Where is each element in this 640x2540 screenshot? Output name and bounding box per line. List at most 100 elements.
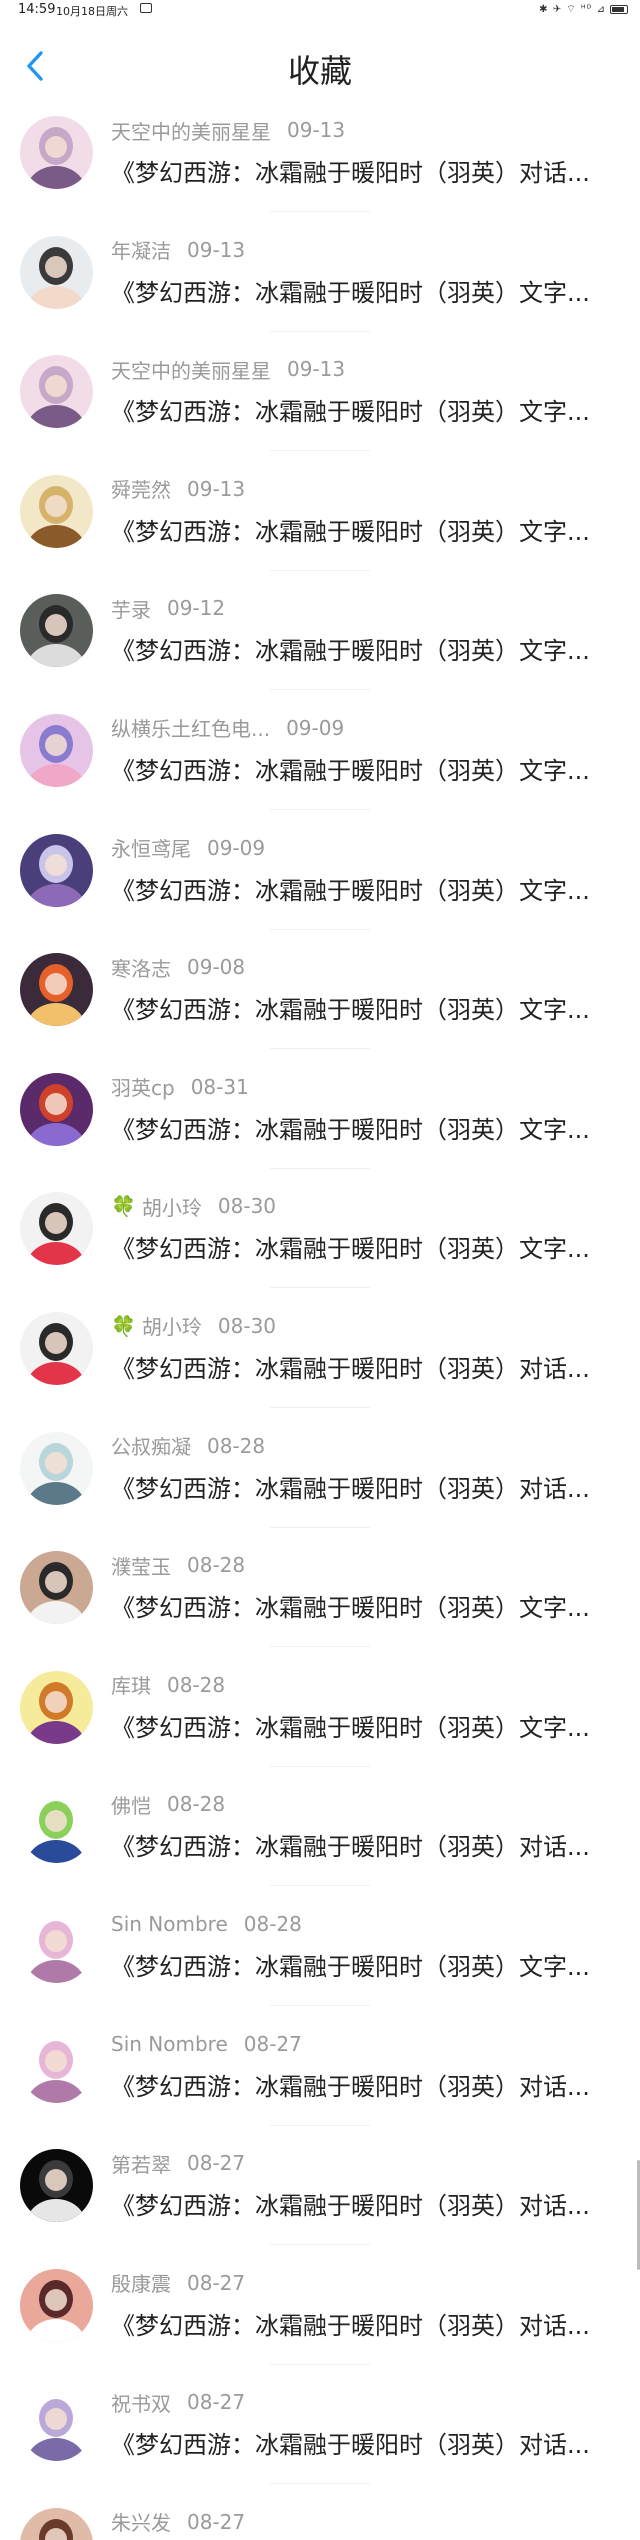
avatar[interactable]	[20, 474, 93, 548]
item-title[interactable]: 《梦幻西游：冰霜融于暖阳时（羽英）对话...	[111, 2186, 623, 2221]
item-meta: Sin Nombre 08-28	[111, 1909, 302, 1939]
avatar[interactable]	[20, 1551, 93, 1625]
username[interactable]: 公叔痴凝	[111, 1431, 191, 1460]
list-item[interactable]: 永恒鸢尾 09-09 《梦幻西游：冰霜融于暖阳时（羽英）文字...	[0, 825, 640, 945]
list-item[interactable]: Sin Nombre 08-28 《梦幻西游：冰霜融于暖阳时（羽英）文字...	[0, 1901, 640, 2021]
item-date: 08-28	[187, 1553, 246, 1578]
avatar[interactable]	[20, 1909, 93, 1983]
username[interactable]: 祝书双	[111, 2388, 171, 2417]
username[interactable]: 永恒鸢尾	[111, 833, 191, 862]
divider	[270, 330, 370, 332]
item-title[interactable]: 《梦幻西游：冰霜融于暖阳时（羽英）文字...	[111, 392, 623, 427]
username[interactable]: Sin Nombre	[111, 1912, 228, 1936]
item-title[interactable]: 《梦幻西游：冰霜融于暖阳时（羽英）文字...	[111, 1110, 623, 1145]
list-item[interactable]: 朱兴发 08-27	[0, 2499, 640, 2540]
avatar[interactable]	[20, 713, 93, 787]
username[interactable]: 纵横乐土红色电...	[111, 713, 270, 742]
item-meta: 羽英cp 08-31	[111, 1072, 249, 1102]
avatar[interactable]	[20, 953, 93, 1027]
item-title[interactable]: 《梦幻西游：冰霜融于暖阳时（羽英）对话...	[111, 2067, 623, 2102]
list-item[interactable]: 芋录 09-12 《梦幻西游：冰霜融于暖阳时（羽英）文字...	[0, 585, 640, 705]
username[interactable]: 胡小玲	[142, 1192, 202, 1221]
avatar-image	[20, 833, 93, 907]
username[interactable]: 芋录	[111, 594, 151, 623]
item-title[interactable]: 《梦幻西游：冰霜融于暖阳时（羽英）文字...	[111, 631, 623, 666]
list-item[interactable]: 濮莹玉 08-28 《梦幻西游：冰霜融于暖阳时（羽英）文字...	[0, 1542, 640, 1662]
avatar[interactable]	[20, 2268, 93, 2342]
item-meta: Sin Nombre 08-27	[111, 2029, 302, 2059]
item-title[interactable]: 《梦幻西游：冰霜融于暖阳时（羽英）对话...	[111, 1469, 623, 1504]
item-title[interactable]: 《梦幻西游：冰霜融于暖阳时（羽英）文字...	[111, 512, 623, 547]
avatar[interactable]	[20, 594, 93, 668]
avatar[interactable]	[20, 1311, 93, 1385]
avatar[interactable]	[20, 2029, 93, 2103]
item-title[interactable]: 《梦幻西游：冰霜融于暖阳时（羽英）文字...	[111, 871, 623, 906]
avatar[interactable]	[20, 116, 93, 189]
list-item[interactable]: 天空中的美丽星星 09-13 《梦幻西游：冰霜融于暖阳时（羽英）文字...	[0, 346, 640, 466]
item-meta: 祝书双 08-27	[111, 2387, 245, 2417]
list-item[interactable]: 天空中的美丽星星 09-13 《梦幻西游：冰霜融于暖阳时（羽英）对话...	[0, 107, 640, 227]
list-item[interactable]: 🍀 胡小玲 08-30 《梦幻西游：冰霜融于暖阳时（羽英）文字...	[0, 1183, 640, 1303]
username[interactable]: 羽英cp	[111, 1072, 175, 1101]
avatar[interactable]	[20, 1790, 93, 1864]
item-title[interactable]: 《梦幻西游：冰霜融于暖阳时（羽英）对话...	[111, 1827, 623, 1862]
username[interactable]: 寒洛志	[111, 953, 171, 982]
avatar[interactable]	[20, 1670, 93, 1744]
item-title[interactable]: 《梦幻西游：冰霜融于暖阳时（羽英）文字...	[111, 273, 623, 308]
item-meta: 佛恺 08-28	[111, 1789, 225, 1819]
item-title[interactable]: 《梦幻西游：冰霜融于暖阳时（羽英）文字...	[111, 1947, 623, 1982]
username[interactable]: 殷康震	[111, 2268, 171, 2297]
item-title[interactable]: 《梦幻西游：冰霜融于暖阳时（羽英）文字...	[111, 1229, 623, 1264]
item-title[interactable]: 《梦幻西游：冰霜融于暖阳时（羽英）对话...	[111, 153, 623, 188]
avatar[interactable]	[20, 235, 93, 309]
list-item[interactable]: 祝书双 08-27 《梦幻西游：冰霜融于暖阳时（羽英）对话...	[0, 2379, 640, 2499]
list-item[interactable]: 库琪 08-28 《梦幻西游：冰霜融于暖阳时（羽英）文字...	[0, 1662, 640, 1782]
list-item[interactable]: 佛恺 08-28 《梦幻西游：冰霜融于暖阳时（羽英）对话...	[0, 1781, 640, 1901]
avatar-image	[20, 1670, 93, 1744]
avatar[interactable]	[20, 1192, 93, 1266]
username[interactable]: 佛恺	[111, 1790, 151, 1819]
avatar[interactable]	[20, 2149, 93, 2223]
username[interactable]: 濮莹玉	[111, 1551, 171, 1580]
avatar[interactable]	[20, 355, 93, 429]
item-date: 08-27	[187, 2270, 246, 2295]
avatar[interactable]	[20, 2507, 93, 2540]
list-item[interactable]: 羽英cp 08-31 《梦幻西游：冰霜融于暖阳时（羽英）文字...	[0, 1064, 640, 1184]
avatar[interactable]	[20, 833, 93, 907]
username[interactable]: 舜莞然	[111, 474, 171, 503]
divider	[270, 1526, 370, 1528]
username[interactable]: 天空中的美丽星星	[111, 116, 271, 145]
username[interactable]: 年凝洁	[111, 235, 171, 264]
list-item[interactable]: Sin Nombre 08-27 《梦幻西游：冰霜融于暖阳时（羽英）对话...	[0, 2021, 640, 2141]
list-item[interactable]: 🍀 胡小玲 08-30 《梦幻西游：冰霜融于暖阳时（羽英）对话...	[0, 1303, 640, 1423]
list-item[interactable]: 舜莞然 09-13 《梦幻西游：冰霜融于暖阳时（羽英）文字...	[0, 466, 640, 586]
avatar-image	[20, 1072, 93, 1146]
list-item[interactable]: 公叔痴凝 08-28 《梦幻西游：冰霜融于暖阳时（羽英）对话...	[0, 1423, 640, 1543]
item-title[interactable]: 《梦幻西游：冰霜融于暖阳时（羽英）文字...	[111, 1588, 623, 1623]
username[interactable]: Sin Nombre	[111, 2032, 228, 2056]
item-title[interactable]: 《梦幻西游：冰霜融于暖阳时（羽英）对话...	[111, 2425, 623, 2460]
username[interactable]: 朱兴发	[111, 2507, 171, 2536]
username[interactable]: 胡小玲	[142, 1311, 202, 1340]
list-item[interactable]: 第若翠 08-27 《梦幻西游：冰霜融于暖阳时（羽英）对话...	[0, 2140, 640, 2260]
username[interactable]: 第若翠	[111, 2149, 171, 2178]
avatar[interactable]	[20, 2388, 93, 2462]
avatar[interactable]	[20, 1072, 93, 1146]
item-meta: 🍀 胡小玲 08-30	[111, 1191, 276, 1221]
divider	[270, 2483, 370, 2485]
list-item[interactable]: 殷康震 08-27 《梦幻西游：冰霜融于暖阳时（羽英）对话...	[0, 2260, 640, 2380]
item-date: 08-28	[207, 1433, 266, 1458]
username[interactable]: 库琪	[111, 1670, 151, 1699]
item-title[interactable]: 《梦幻西游：冰霜融于暖阳时（羽英）对话...	[111, 2306, 623, 2341]
avatar-image	[20, 1431, 93, 1505]
item-title[interactable]: 《梦幻西游：冰霜融于暖阳时（羽英）文字...	[111, 1708, 623, 1743]
item-title[interactable]: 《梦幻西游：冰霜融于暖阳时（羽英）对话...	[111, 1349, 623, 1384]
item-title[interactable]: 《梦幻西游：冰霜融于暖阳时（羽英）文字...	[111, 990, 623, 1025]
item-title[interactable]: 《梦幻西游：冰霜融于暖阳时（羽英）文字...	[111, 751, 623, 786]
username[interactable]: 天空中的美丽星星	[111, 355, 271, 384]
avatar[interactable]	[20, 1431, 93, 1505]
list-item[interactable]: 年凝洁 09-13 《梦幻西游：冰霜融于暖阳时（羽英）文字...	[0, 227, 640, 347]
list-item[interactable]: 纵横乐土红色电... 09-09 《梦幻西游：冰霜融于暖阳时（羽英）文字...	[0, 705, 640, 825]
list-item[interactable]: 寒洛志 09-08 《梦幻西游：冰霜融于暖阳时（羽英）文字...	[0, 944, 640, 1064]
divider	[270, 450, 370, 452]
